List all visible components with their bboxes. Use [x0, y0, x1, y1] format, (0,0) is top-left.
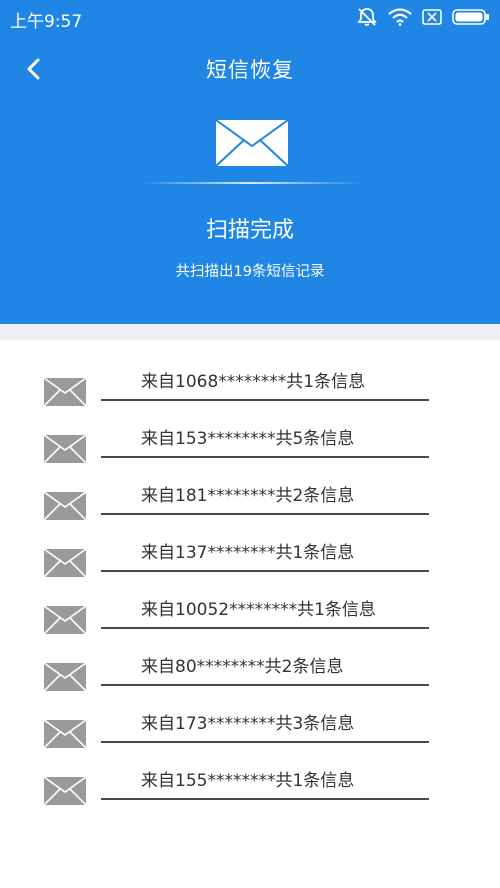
record-label: 来自10052********共1条信息 [141, 600, 376, 620]
page-title: 短信恢复 [206, 58, 294, 82]
list-item[interactable]: 来自137********共1条信息 [0, 511, 500, 578]
scan-summary: 共扫描出19条短信记录 [175, 264, 325, 280]
list-item[interactable]: 来自181********共2条信息 [0, 454, 500, 521]
scan-line [140, 182, 362, 184]
list-item[interactable]: 来自173********共3条信息 [0, 682, 500, 749]
mute-icon [356, 7, 378, 27]
list-item[interactable]: 来自155********共1条信息 [0, 739, 500, 806]
record-label: 来自137********共1条信息 [141, 543, 355, 563]
status-icons [356, 6, 490, 28]
record-label: 来自173********共3条信息 [141, 714, 355, 734]
list-item[interactable]: 来自80********共2条信息 [0, 625, 500, 692]
message-icon [43, 776, 87, 806]
record-label: 来自153********共5条信息 [141, 429, 355, 449]
divider-band [0, 324, 500, 340]
list-item[interactable]: 来自10052********共1条信息 [0, 568, 500, 635]
record-label: 来自155********共1条信息 [141, 771, 355, 791]
no-sim-icon [422, 9, 442, 25]
record-label: 来自1068********共1条信息 [141, 372, 366, 392]
battery-icon [452, 9, 490, 25]
envelope-icon [214, 118, 290, 168]
status-time: 上午9:57 [10, 12, 83, 32]
wifi-icon [388, 8, 412, 26]
list-item[interactable]: 来自1068********共1条信息 [0, 340, 500, 407]
record-list: 来自1068********共1条信息 来自153********共5条信息 来自1… [0, 340, 500, 806]
record-label: 来自181********共2条信息 [141, 486, 355, 506]
scan-status: 扫描完成 [205, 218, 294, 243]
record-divider [101, 798, 429, 800]
status-bar: 上午9:57 [0, 0, 500, 34]
list-item[interactable]: 来自153********共5条信息 [0, 397, 500, 464]
record-label: 来自80********共2条信息 [141, 657, 344, 677]
header: 短信恢复 扫描完成 共扫描出19条短信记录 [0, 34, 500, 324]
